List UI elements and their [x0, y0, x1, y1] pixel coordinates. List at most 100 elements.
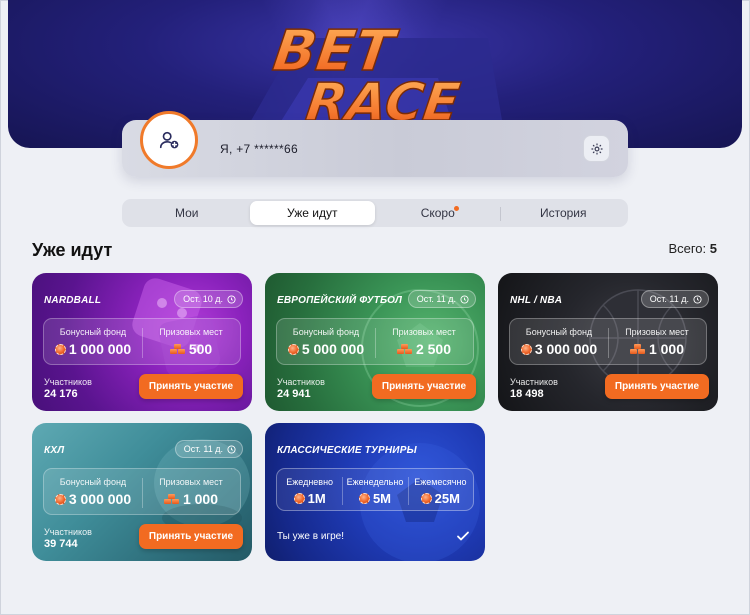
tournament-tiers: Ежедневно 1M Еженедельно 5M Ежемесячно 2… — [276, 468, 474, 511]
chip-icon — [293, 493, 305, 504]
check-icon — [454, 527, 472, 545]
join-button[interactable]: Принять участие — [372, 374, 476, 399]
in-game-status: Ты уже в игре! — [277, 531, 345, 542]
prize-stats: Бонусный фонд 3 000 000 Призовых мест 1 … — [509, 318, 707, 365]
tab-ongoing[interactable]: Уже идут — [249, 201, 375, 225]
tab-soon[interactable]: Скоро — [375, 201, 501, 225]
chip-icon — [520, 343, 532, 355]
tier-amount: 1M — [307, 491, 326, 506]
prize-stack-icon — [163, 493, 180, 505]
tab-label: Мои — [174, 206, 199, 220]
prize-stack-icon — [169, 343, 186, 355]
chip-icon — [54, 493, 66, 505]
members-value: 39 744 — [44, 538, 78, 550]
prize-stack-icon — [396, 343, 413, 355]
stat-label: Бонусный фонд — [59, 327, 127, 337]
prize-stats: Бонусный фонд 5 000 000 Призовых мест 2 … — [276, 318, 474, 365]
tournament-card-classic[interactable]: КЛАССИЧЕСКИЕ ТУРНИРЫ Ежедневно 1M Еженед… — [265, 423, 485, 561]
tier-value: 5M — [358, 491, 391, 506]
prize-stack-icon — [629, 343, 646, 355]
tab-label: История — [539, 206, 587, 220]
tournament-card-football[interactable]: ЕВРОПЕЙСКИЙ ФУТБОЛ Ост. 11 д. Бонусный ф… — [265, 273, 485, 411]
time-left-badge: Ост. 11 д. — [174, 440, 243, 458]
time-left-text: Ост. 11 д. — [416, 294, 456, 304]
join-button[interactable]: Принять участие — [605, 374, 709, 399]
time-left-text: Ост. 10 д. — [183, 294, 223, 304]
stat-label: Призовых мест — [159, 477, 223, 487]
card-title: КЛАССИЧЕСКИЕ ТУРНИРЫ — [277, 445, 417, 456]
prize-stats: Бонусный фонд 1 000 000 Призовых мест 50… — [43, 318, 241, 365]
clock-icon — [693, 294, 702, 304]
tournament-tabs: Мои Уже идут Скоро История — [122, 199, 628, 227]
tab-history[interactable]: История — [501, 201, 627, 225]
stat-value: 3 000 000 — [54, 491, 131, 507]
tier-label: Ежемесячно — [414, 477, 467, 487]
tier-daily: Ежедневно 1M — [277, 469, 342, 510]
clock-icon — [227, 294, 236, 304]
tier-monthly: Ежемесячно 25M — [407, 469, 473, 510]
settings-button[interactable] — [583, 135, 610, 162]
stat-label: Бонусный фонд — [292, 327, 360, 337]
bonus-fund: Бонусный фонд 5 000 000 — [277, 319, 375, 364]
fund-value: 3 000 000 — [534, 341, 598, 357]
time-left-badge: Ост. 11 д. — [640, 290, 709, 308]
stat-value: 2 500 — [396, 341, 452, 357]
members-label: Участников — [277, 377, 325, 387]
betrace-logo: BET RACE — [238, 8, 518, 134]
members-label: Участников — [510, 377, 558, 387]
prize-places: Призовых мест 2 500 — [375, 319, 473, 364]
stat-label: Призовых мест — [625, 327, 689, 337]
chip-icon — [287, 343, 299, 355]
stat-label: Бонусный фонд — [525, 327, 593, 337]
members-label: Участников — [44, 527, 92, 537]
places-value: 2 500 — [415, 341, 452, 357]
clock-icon — [460, 294, 469, 304]
join-button[interactable]: Принять участие — [139, 524, 243, 549]
chip-icon — [420, 493, 432, 504]
total-count: Всего: 5 — [668, 241, 717, 256]
time-left-text: Ост. 11 д. — [649, 294, 689, 304]
stat-value: 500 — [169, 341, 213, 357]
prize-places: Призовых мест 1 000 — [142, 469, 240, 514]
tournament-card-nhl-nba[interactable]: NHL / NBA Ост. 11 д. Бонусный фонд 3 000… — [498, 273, 718, 411]
section-title: Уже идут — [32, 240, 113, 260]
tier-amount: 25M — [434, 491, 460, 506]
stat-value: 1 000 — [163, 491, 219, 507]
bonus-fund: Бонусный фонд 3 000 000 — [510, 319, 608, 364]
stat-label: Бонусный фонд — [59, 477, 127, 487]
tournament-card-nardball[interactable]: NARDBALL Ост. 10 д. Бонусный фонд 1 000 … — [32, 273, 252, 411]
stat-value: 1 000 — [629, 341, 685, 357]
time-left-badge: Ост. 11 д. — [407, 290, 476, 308]
profile-phone: Я, +7 ******66 — [220, 142, 298, 156]
card-title: КХЛ — [44, 445, 65, 456]
tab-label: Скоро — [420, 206, 455, 220]
tier-value: 25M — [420, 491, 460, 506]
profile-card — [122, 120, 628, 177]
gear-icon — [590, 142, 603, 155]
places-value: 1 000 — [648, 341, 685, 357]
fund-value: 5 000 000 — [301, 341, 365, 357]
avatar[interactable] — [140, 111, 198, 169]
bonus-fund: Бонусный фонд 1 000 000 — [44, 319, 142, 364]
stat-label: Призовых мест — [392, 327, 456, 337]
chip-icon — [358, 493, 370, 504]
places-value: 500 — [188, 341, 213, 357]
tournament-card-khl[interactable]: КХЛ Ост. 11 д. Бонусный фонд 3 000 000 П… — [32, 423, 252, 561]
time-left-text: Ост. 11 д. — [183, 444, 223, 454]
total-label: Всего: — [668, 241, 707, 256]
stat-value: 1 000 000 — [54, 341, 131, 357]
notification-dot — [454, 206, 459, 211]
tab-label: Уже идут — [287, 206, 338, 220]
members-label: Участников — [44, 377, 92, 387]
tier-value: 1M — [293, 491, 326, 506]
stat-value: 5 000 000 — [287, 341, 365, 357]
members-value: 24 176 — [44, 388, 78, 400]
join-button[interactable]: Принять участие — [139, 374, 243, 399]
prize-places: Призовых мест 1 000 — [608, 319, 706, 364]
add-user-icon — [159, 131, 179, 149]
time-left-badge: Ост. 10 д. — [174, 290, 243, 308]
tier-weekly: Еженедельно 5M — [342, 469, 407, 510]
places-value: 1 000 — [182, 491, 219, 507]
stat-label: Призовых мест — [159, 327, 223, 337]
tab-my[interactable]: Мои — [124, 201, 250, 225]
